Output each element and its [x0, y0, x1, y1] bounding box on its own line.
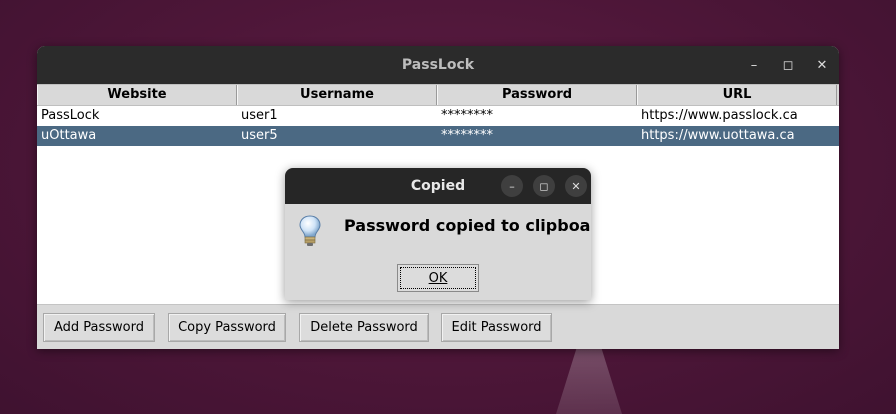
- column-header-username[interactable]: Username: [237, 85, 437, 105]
- column-header-password[interactable]: Password: [437, 85, 637, 105]
- delete-password-button[interactable]: Delete Password: [299, 313, 429, 342]
- cell-website: PassLock: [41, 108, 100, 123]
- dialog-titlebar[interactable]: Copied – ◻ ✕: [285, 168, 591, 204]
- dialog-close-icon[interactable]: ✕: [565, 175, 587, 197]
- copied-dialog: Copied – ◻ ✕ Password copied to clipboar…: [285, 168, 591, 300]
- copy-password-button[interactable]: Copy Password: [168, 313, 286, 342]
- table-row-selected[interactable]: uOttawa user5 ******** https://www.uotta…: [37, 126, 839, 146]
- column-header-website[interactable]: Website: [37, 85, 237, 105]
- dialog-minimize-icon[interactable]: –: [501, 175, 523, 197]
- dialog-maximize-icon[interactable]: ◻: [533, 175, 555, 197]
- cell-username: user1: [241, 108, 278, 123]
- ok-button-label: OK: [428, 270, 448, 286]
- edit-password-button[interactable]: Edit Password: [441, 313, 552, 342]
- minimize-icon[interactable]: –: [737, 46, 771, 84]
- ok-button[interactable]: OK: [397, 264, 479, 292]
- window-title: PassLock: [401, 57, 475, 73]
- desktop-light-beam: [556, 340, 622, 414]
- cell-username: user5: [241, 128, 278, 143]
- column-header-url[interactable]: URL: [637, 85, 837, 105]
- dialog-message: Password copied to clipboard!: [344, 216, 591, 235]
- cell-url: https://www.uottawa.ca: [641, 128, 795, 143]
- window-titlebar[interactable]: PassLock – ◻ ✕: [37, 46, 839, 84]
- close-icon[interactable]: ✕: [805, 46, 839, 84]
- cell-url: https://www.passlock.ca: [641, 108, 798, 123]
- cell-password: ********: [441, 128, 493, 143]
- lightbulb-icon: [299, 215, 321, 246]
- table-row[interactable]: PassLock user1 ******** https://www.pass…: [37, 106, 839, 126]
- add-password-button[interactable]: Add Password: [43, 313, 155, 342]
- table-header: Website Username Password URL: [37, 84, 839, 106]
- button-bar: Add Password Copy Password Delete Passwo…: [37, 304, 839, 349]
- maximize-icon[interactable]: ◻: [771, 46, 805, 84]
- cell-website: uOttawa: [41, 128, 97, 143]
- cell-password: ********: [441, 108, 493, 123]
